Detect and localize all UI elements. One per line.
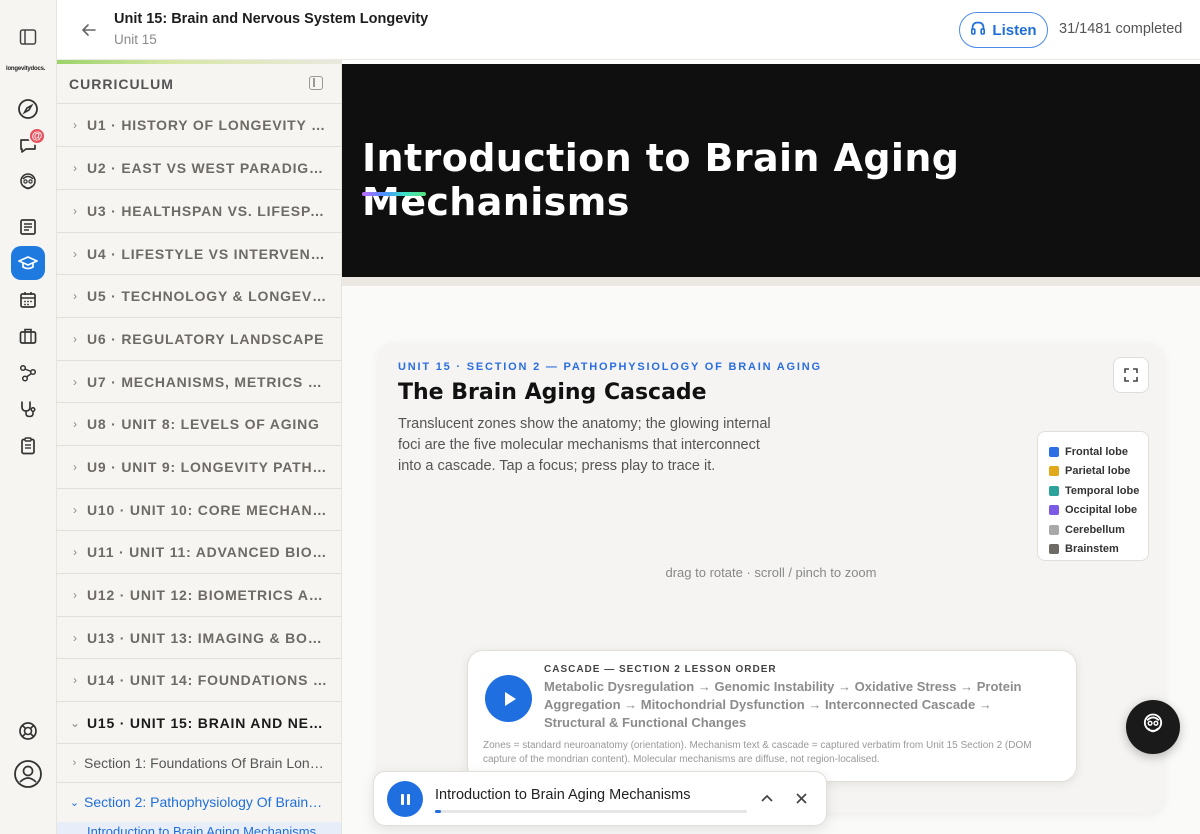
- unit-item[interactable]: › U5 · TECHNOLOGY & LONGEVITY: [57, 274, 341, 317]
- widget-description: Translucent zones show the anatomy; the …: [398, 416, 771, 474]
- legend-item: Temporal lobe: [1049, 481, 1148, 501]
- interaction-hint: drag to rotate · scroll / pinch to zoom: [665, 565, 877, 580]
- unit-item[interactable]: ›U12 · UNIT 12: BIOMETRICS AND MORE: [57, 573, 341, 616]
- chevron-right-icon: ›: [73, 503, 77, 517]
- icon-rail: longevitydocs. @: [0, 0, 57, 834]
- graduation-cap-icon[interactable]: [11, 246, 45, 280]
- cascade-note: Zones = standard neuroanatomy (orientati…: [483, 740, 1032, 765]
- fullscreen-icon[interactable]: [1113, 357, 1149, 393]
- chevron-right-icon: ›: [73, 247, 77, 261]
- unit-item[interactable]: ›U7 · MECHANISMS, METRICS & MORE: [57, 360, 341, 403]
- section-item-active[interactable]: ⌄ Section 2: Pathophysiology Of Brain Agi…: [57, 782, 341, 821]
- widget-kicker: UNIT 15 · SECTION 2 — PATHOPHYSIOLOGY OF…: [398, 361, 822, 373]
- unit-item[interactable]: › U2 · EAST VS WEST PARADIGMS: [57, 146, 341, 189]
- newspaper-icon[interactable]: [13, 212, 43, 242]
- chevron-right-icon: ›: [72, 757, 77, 769]
- legend-item: Parietal lobe: [1049, 462, 1148, 482]
- chevron-right-icon: ›: [73, 545, 77, 559]
- unit-item[interactable]: › U6 · REGULATORY LANDSCAPE: [57, 317, 341, 360]
- page-title: Unit 15: Brain and Nervous System Longev…: [114, 11, 429, 27]
- headphones-icon: [970, 20, 986, 40]
- chevron-right-icon: ›: [73, 588, 77, 602]
- compass-icon[interactable]: [13, 94, 43, 124]
- lifebuoy-icon[interactable]: [13, 716, 43, 746]
- doctor-avatar-icon[interactable]: [13, 168, 43, 198]
- unit-item[interactable]: › U13 · UNIT 13: IMAGING & BODY: [57, 616, 341, 659]
- listen-button[interactable]: Listen: [959, 12, 1048, 48]
- network-icon[interactable]: [13, 358, 43, 388]
- player-progress-fill: [435, 810, 442, 813]
- chevron-right-icon: ›: [73, 118, 77, 132]
- app-logo[interactable]: longevitydocs.: [6, 66, 45, 72]
- legend-item: Occipital lobe: [1049, 501, 1148, 521]
- legend-swatch: [1049, 485, 1059, 496]
- sidebar-accent-bar: [57, 60, 341, 64]
- unit-item[interactable]: › U14 · UNIT 14: FOUNDATIONS OF: [57, 658, 341, 701]
- chevron-right-icon: ›: [73, 332, 77, 346]
- unit-item[interactable]: › U3 · HEALTHSPAN VS. LIFESPAN: [57, 189, 341, 232]
- unit-item[interactable]: ›U9 · UNIT 9: LONGEVITY PATHWAYS: [57, 445, 341, 488]
- legend-swatch: [1049, 446, 1059, 457]
- section-item[interactable]: › Section 1: Foundations Of Brain Longevi…: [57, 743, 341, 782]
- legend-swatch: [1049, 524, 1059, 535]
- sidebar-panel-icon[interactable]: [13, 22, 43, 52]
- chevron-right-icon: ›: [73, 289, 77, 303]
- hero-divider: [342, 277, 1200, 286]
- completion-count: 31/1481 completed: [1059, 21, 1183, 37]
- widget-title: The Brain Aging Cascade: [398, 380, 707, 405]
- back-arrow-icon[interactable]: [77, 18, 101, 42]
- cascade-sequence: Metabolic Dysregulation → Genomic Instab…: [544, 679, 1022, 730]
- unit-item[interactable]: ›U11 · UNIT 11: ADVANCED BIOLOGY: [57, 530, 341, 573]
- unit-item[interactable]: ›U4 · LIFESTYLE VS INTERVENTIONS: [57, 232, 341, 275]
- curriculum-sidebar: CURRICULUM ›U1 · HISTORY OF LONGEVITY ME…: [57, 60, 342, 834]
- brain-region-legend: Frontal lobe Parietal lobe Temporal lobe…: [1037, 431, 1149, 561]
- lesson-hero: Introduction to Brain Aging Mechanisms: [342, 64, 1200, 277]
- stethoscope-icon[interactable]: [13, 394, 43, 424]
- audio-mini-player: Introduction to Brain Aging Mechanisms: [373, 771, 827, 826]
- curriculum-heading: CURRICULUM: [69, 76, 174, 92]
- user-profile-icon[interactable]: [13, 759, 43, 789]
- cascade-heading: CASCADE — SECTION 2 LESSON ORDER: [544, 664, 777, 675]
- assistant-button[interactable]: [1126, 700, 1180, 754]
- chevron-right-icon: ›: [73, 375, 77, 389]
- current-lesson-item[interactable]: Introduction to Brain Aging Mechanisms: [57, 822, 341, 834]
- chevron-down-icon: ⌄: [69, 796, 80, 809]
- chevron-up-icon[interactable]: [757, 788, 777, 808]
- brain-cascade-widget[interactable]: UNIT 15 · SECTION 2 — PATHOPHYSIOLOGY OF…: [378, 343, 1164, 813]
- legend-item: Frontal lobe: [1049, 442, 1148, 462]
- unit-item-open[interactable]: ⌄U15 · UNIT 15: BRAIN AND NERVOUS SYSTEM: [57, 701, 341, 744]
- top-bar: Unit 15: Brain and Nervous System Longev…: [57, 0, 1200, 60]
- cascade-panel: CASCADE — SECTION 2 LESSON ORDER Metabol…: [467, 650, 1077, 782]
- unit-item[interactable]: › U8 · UNIT 8: LEVELS OF AGING: [57, 402, 341, 445]
- chevron-right-icon: ›: [73, 460, 77, 474]
- chevron-right-icon: ›: [73, 631, 77, 645]
- legend-item: Brainstem: [1049, 540, 1148, 560]
- mention-badge: @: [28, 127, 46, 145]
- legend-swatch: [1049, 544, 1059, 555]
- chevron-right-icon: ›: [73, 161, 77, 175]
- unit-item[interactable]: ›U1 · HISTORY OF LONGEVITY MEDICINE: [57, 103, 341, 146]
- listen-label: Listen: [992, 21, 1037, 39]
- chevron-down-icon: ⌄: [69, 716, 81, 730]
- lesson-title: Introduction to Brain Aging Mechanisms: [362, 136, 960, 224]
- play-cascade-button[interactable]: [485, 675, 532, 722]
- close-icon[interactable]: [791, 788, 811, 808]
- calendar-icon[interactable]: [13, 285, 43, 315]
- player-title: Introduction to Brain Aging Mechanisms: [435, 787, 691, 803]
- clipboard-icon[interactable]: [13, 431, 43, 461]
- player-progress[interactable]: [435, 810, 747, 813]
- collapse-sidebar-icon[interactable]: [309, 76, 323, 90]
- legend-swatch: [1049, 505, 1059, 516]
- legend-swatch: [1049, 466, 1059, 477]
- chevron-right-icon: ›: [73, 204, 77, 218]
- title-underline: [362, 192, 426, 196]
- legend-item: Cerebellum: [1049, 520, 1148, 540]
- briefcase-icon[interactable]: [13, 321, 43, 351]
- doctor-avatar-icon: [1140, 711, 1166, 744]
- pause-button[interactable]: [387, 781, 423, 817]
- chevron-right-icon: ›: [73, 673, 77, 687]
- unit-item[interactable]: › U10 · UNIT 10: CORE MECHANISMS: [57, 488, 341, 531]
- chevron-right-icon: ›: [73, 417, 77, 431]
- page-subtitle: Unit 15: [114, 32, 157, 47]
